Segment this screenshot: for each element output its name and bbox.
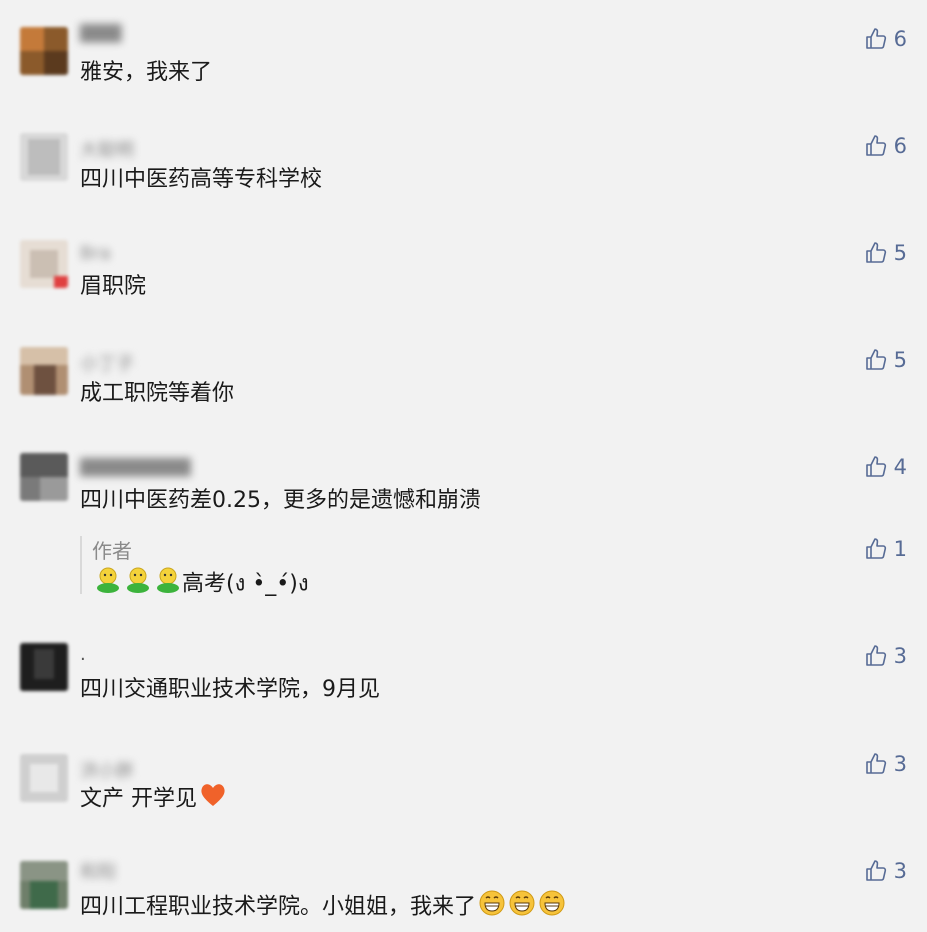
thumbs-up-icon: [864, 752, 888, 776]
commenter-name[interactable]: 小丁子: [80, 350, 134, 375]
thumbs-up-icon: [864, 241, 888, 265]
like-count: 3: [893, 644, 907, 668]
like-count: 1: [893, 537, 907, 561]
commenter-name[interactable]: ▇▇▇▇▇▇▇▇: [80, 456, 191, 477]
avatar[interactable]: [20, 754, 68, 802]
author-reply-text: 高考(ง •̀_•́)ง: [92, 566, 309, 603]
thumbs-up-icon: [864, 348, 888, 372]
commenter-name[interactable]: 洪小胖: [80, 757, 134, 782]
heart-emoji-icon: [199, 782, 227, 817]
like-count: 3: [893, 859, 907, 883]
like-button[interactable]: 1: [864, 534, 907, 564]
avatar[interactable]: [20, 133, 68, 181]
like-count: 5: [893, 241, 907, 265]
like-count: 3: [893, 752, 907, 776]
like-button[interactable]: 4: [864, 452, 907, 482]
comment-text: 四川工程职业技术学院。小姐姐，我来了: [80, 889, 566, 926]
comment-text: 四川中医药差0.25，更多的是遗憾和崩溃: [80, 488, 481, 513]
commenter-name[interactable]: Bra: [80, 243, 111, 264]
grin-emoji-icon: [508, 889, 536, 926]
reply-content: 高考(ง •̀_•́)ง: [182, 571, 309, 597]
like-button[interactable]: 6: [864, 131, 907, 161]
commenter-name[interactable]: ▇▇▇: [80, 22, 122, 43]
sprout-emoji-icon: [154, 566, 182, 603]
like-count: 4: [893, 455, 907, 479]
comment-text: 文产 开学见: [80, 782, 227, 817]
like-button[interactable]: 3: [864, 641, 907, 671]
author-label: 作者: [92, 539, 132, 563]
like-count: 6: [893, 27, 907, 51]
avatar[interactable]: [20, 453, 68, 501]
comment-text: 四川交通职业技术学院，9月见: [80, 677, 380, 702]
avatar[interactable]: [20, 240, 68, 288]
like-count: 6: [893, 134, 907, 158]
comment-content: 四川工程职业技术学院。小姐姐，我来了: [80, 894, 477, 920]
commenter-name[interactable]: 大聪明: [80, 136, 134, 161]
like-button[interactable]: 6: [864, 24, 907, 54]
like-button[interactable]: 5: [864, 345, 907, 375]
avatar[interactable]: [20, 27, 68, 75]
sprout-emoji-icon: [94, 566, 122, 603]
like-button[interactable]: 5: [864, 238, 907, 268]
like-count: 5: [893, 348, 907, 372]
thumbs-up-icon: [864, 134, 888, 158]
like-button[interactable]: 3: [864, 749, 907, 779]
reply-divider: [80, 536, 82, 594]
like-button[interactable]: 3: [864, 856, 907, 886]
thumbs-up-icon: [864, 537, 888, 561]
comment-text: 四川中医药高等专科学校: [80, 167, 323, 192]
grin-emoji-icon: [478, 889, 506, 926]
commenter-name[interactable]: 和阳: [80, 858, 116, 883]
commenter-name[interactable]: .: [80, 644, 86, 665]
thumbs-up-icon: [864, 644, 888, 668]
sprout-emoji-icon: [124, 566, 152, 603]
comment-text: 眉职院: [80, 274, 147, 299]
thumbs-up-icon: [864, 455, 888, 479]
avatar[interactable]: [20, 347, 68, 395]
comment-text: 成工职院等着你: [80, 381, 235, 406]
comment-content: 文产 开学见: [80, 786, 197, 812]
thumbs-up-icon: [864, 859, 888, 883]
avatar[interactable]: [20, 861, 68, 909]
avatar[interactable]: [20, 643, 68, 691]
thumbs-up-icon: [864, 27, 888, 51]
grin-emoji-icon: [538, 889, 566, 926]
comment-text: 雅安，我来了: [80, 60, 213, 85]
